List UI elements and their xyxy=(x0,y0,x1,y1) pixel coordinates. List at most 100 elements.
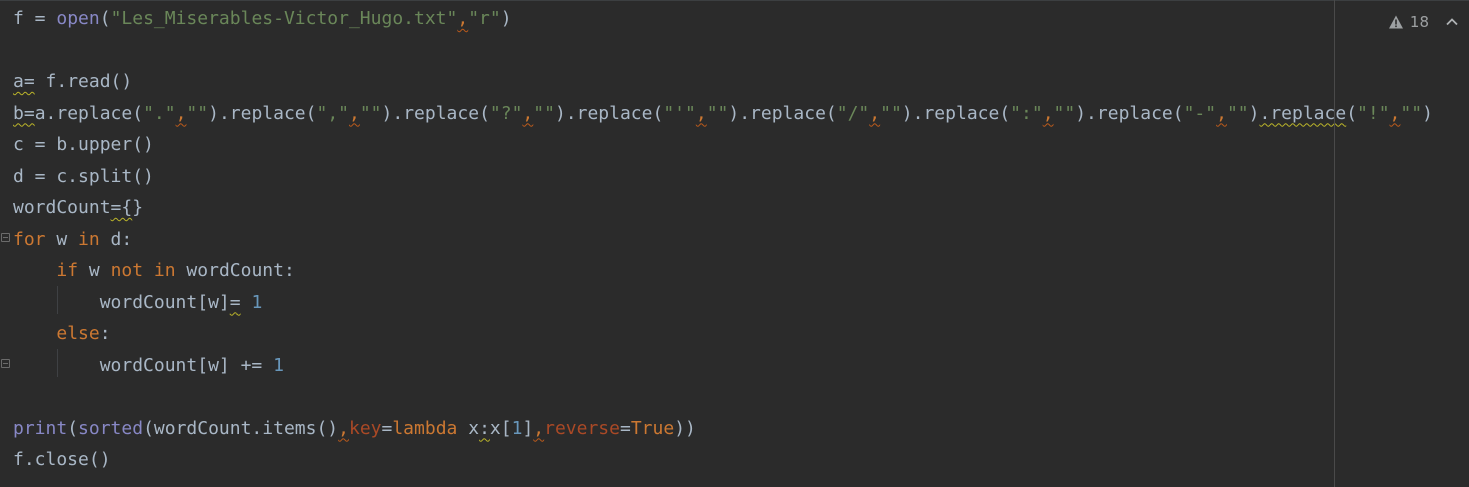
code-token: ).replace( xyxy=(728,102,837,124)
code-token: , xyxy=(349,102,360,124)
code-token: "" xyxy=(1053,102,1076,124)
code-token: wordCount xyxy=(13,197,111,218)
code-token: ).replace( xyxy=(381,102,490,124)
code-line[interactable]: wordCount[w] += 1 xyxy=(13,350,1433,382)
code-token: "-" xyxy=(1183,102,1217,124)
chevron-up-icon[interactable] xyxy=(1445,15,1459,29)
code-line[interactable]: wordCount={} xyxy=(13,192,1433,224)
fold-marker-icon[interactable] xyxy=(1,359,10,368)
inspection-widget[interactable]: 18 xyxy=(1388,9,1459,35)
code-token: , xyxy=(1389,102,1401,124)
code-token: = xyxy=(619,417,631,439)
code-line[interactable] xyxy=(13,35,1433,67)
code-line[interactable]: wordCount[w]= 1 xyxy=(13,287,1433,319)
code-lines[interactable]: f = open("Les_Miserables-Victor_Hugo.txt… xyxy=(13,3,1433,476)
code-token: "" xyxy=(186,102,209,124)
code-token: wordCount[w] xyxy=(13,291,230,313)
code-token: x xyxy=(457,417,480,439)
code-token: wordCount[w] += xyxy=(13,354,274,376)
code-token: , xyxy=(695,102,707,124)
code-token: , xyxy=(175,102,187,124)
code-token: f = xyxy=(13,8,57,29)
code-token: } xyxy=(132,197,144,218)
code-token: "'" xyxy=(663,102,696,124)
code-token: print xyxy=(13,417,68,439)
code-token: key xyxy=(348,417,382,439)
code-token: a.replace( xyxy=(34,102,144,124)
code-token: "" xyxy=(1400,102,1423,124)
code-token: "/" xyxy=(836,102,870,124)
code-token: ( xyxy=(99,8,111,29)
code-token: "Les_Miserables-Victor_Hugo.txt" xyxy=(110,8,458,29)
code-token: f.close() xyxy=(13,449,111,470)
code-token: ={ xyxy=(110,197,133,218)
code-line[interactable]: for w in d: xyxy=(13,224,1433,256)
code-token: a= xyxy=(13,71,35,92)
code-token: ) xyxy=(500,8,512,29)
code-token: else xyxy=(56,323,100,344)
code-token: , xyxy=(1216,102,1227,124)
code-line[interactable] xyxy=(13,381,1433,413)
code-token: ).replace( xyxy=(554,102,664,124)
code-token: ).replace( xyxy=(208,102,317,124)
code-token: "" xyxy=(706,102,729,124)
code-token: "" xyxy=(1226,102,1249,124)
code-token: reverse xyxy=(544,417,620,439)
code-token: "!" xyxy=(1357,102,1390,124)
code-line[interactable]: f = open("Les_Miserables-Victor_Hugo.txt… xyxy=(13,3,1433,35)
code-line[interactable]: d = c.split() xyxy=(13,161,1433,193)
code-token: not in xyxy=(110,260,176,281)
editor-top-border xyxy=(0,0,1469,1)
code-token: in xyxy=(78,228,100,250)
code-line[interactable]: b=a.replace(".","").replace(",","").repl… xyxy=(13,98,1433,130)
code-token: x[ xyxy=(489,417,512,439)
right-margin-guide xyxy=(1334,0,1335,487)
code-token: "." xyxy=(143,102,176,124)
warning-count: 18 xyxy=(1409,13,1429,31)
code-token: ).replace( xyxy=(1075,102,1184,124)
code-token: : xyxy=(479,417,490,439)
code-token: , xyxy=(533,417,545,439)
code-token: : xyxy=(99,323,111,344)
code-token: ) xyxy=(1422,102,1433,124)
code-token: 1 xyxy=(273,354,284,376)
code-token: ) xyxy=(1248,102,1260,124)
code-token: ( xyxy=(67,417,79,439)
code-line[interactable]: c = b.upper() xyxy=(13,129,1433,161)
code-line[interactable]: f.close() xyxy=(13,444,1433,476)
fold-marker-icon[interactable] xyxy=(1,233,10,242)
code-token: f.read() xyxy=(34,71,133,92)
code-token: ( xyxy=(1346,102,1358,124)
code-token: ).replace( xyxy=(901,102,1011,124)
code-token: "" xyxy=(359,102,382,124)
code-token: w xyxy=(45,228,79,250)
code-line[interactable]: a= f.read() xyxy=(13,66,1433,98)
code-token: = xyxy=(229,291,241,313)
code-token: = xyxy=(381,417,393,439)
warning-triangle-icon xyxy=(1388,15,1403,29)
code-token: 1 xyxy=(511,417,523,439)
code-token: wordCount: xyxy=(175,260,295,281)
code-line[interactable]: if w not in wordCount: xyxy=(13,255,1433,287)
code-token: "" xyxy=(880,102,902,124)
code-token: "r" xyxy=(468,8,501,29)
code-line[interactable]: print(sorted(wordCount.items(),key=lambd… xyxy=(13,413,1433,445)
code-token: d: xyxy=(99,228,133,250)
code-token: "," xyxy=(316,102,349,124)
code-token: for xyxy=(13,228,46,250)
code-token: "" xyxy=(533,102,555,124)
code-token: d = c.split() xyxy=(13,165,154,187)
code-token: , xyxy=(338,417,349,439)
code-token: ] xyxy=(522,417,534,439)
code-token: lambda xyxy=(392,417,458,439)
code-token: w xyxy=(78,260,111,281)
code-token: c = b.upper() xyxy=(13,134,154,155)
code-token: (wordCount.items() xyxy=(143,417,339,439)
code-token: , xyxy=(522,102,534,124)
code-editor[interactable]: f = open("Les_Miserables-Victor_Hugo.txt… xyxy=(0,0,1469,487)
code-line[interactable]: else: xyxy=(13,318,1433,350)
code-token: , xyxy=(457,8,469,29)
code-token: sorted xyxy=(78,417,144,439)
